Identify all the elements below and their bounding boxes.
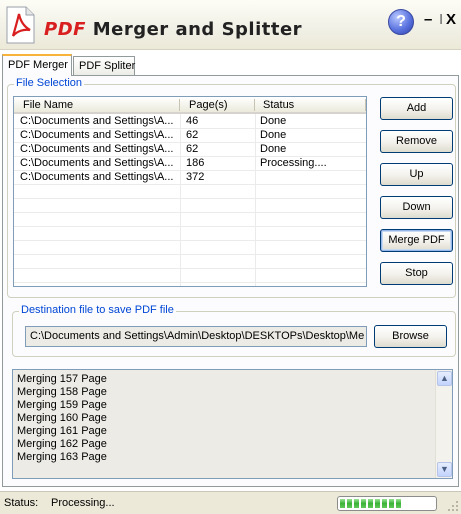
cell-pages: 62: [186, 143, 199, 155]
destination-path-field[interactable]: C:\Documents and Settings\Admin\Desktop\…: [25, 326, 367, 347]
log-line: Merging 158 Page: [17, 386, 107, 398]
progress-bar: [337, 496, 437, 511]
app-title-pdf: PDF: [44, 19, 86, 40]
status-label: Status:: [4, 497, 39, 509]
stop-button[interactable]: Stop: [380, 262, 453, 285]
column-divider[interactable]: [179, 99, 180, 111]
cell-status: Processing....: [260, 157, 327, 169]
cell-file-name: C:\Documents and Settings\A...: [20, 129, 174, 141]
app-title: PDF Merger and Splitter: [44, 19, 302, 40]
up-button[interactable]: Up: [380, 163, 453, 186]
destination-legend: Destination file to save PDF file: [19, 304, 176, 316]
help-icon[interactable]: ?: [388, 9, 414, 35]
cell-pages: 46: [186, 115, 199, 127]
progress-segment: [368, 499, 373, 508]
pdf-document-icon: [6, 6, 35, 44]
empty-row: [14, 213, 366, 227]
empty-row: [14, 255, 366, 269]
log-line: Merging 160 Page: [17, 412, 107, 424]
cell-status: Done: [260, 115, 287, 127]
table-row[interactable]: C:\Documents and Settings\A... 62 Done: [14, 143, 366, 157]
progress-segment: [347, 499, 352, 508]
empty-row: [14, 199, 366, 213]
resize-grip-icon[interactable]: [447, 500, 459, 512]
progress-segment: [340, 499, 345, 508]
app-title-rest: Merger and Splitter: [92, 19, 303, 40]
table-row[interactable]: C:\Documents and Settings\A... 46 Done: [14, 115, 366, 129]
status-bar: Status: Processing...: [0, 491, 461, 514]
log-scrollbar[interactable]: ▲ ▼: [435, 370, 452, 478]
file-selection-legend: File Selection: [14, 77, 85, 89]
empty-row: [14, 185, 366, 199]
minimize-button[interactable]: –: [424, 11, 432, 28]
log-line: Merging 157 Page: [17, 373, 107, 385]
progress-segment: [396, 499, 401, 508]
tab-pdf-spliter[interactable]: PDF Spliter: [73, 56, 135, 76]
cell-pages: 372: [186, 171, 205, 183]
remove-button[interactable]: Remove: [380, 130, 453, 153]
cell-file-name: C:\Documents and Settings\A...: [20, 157, 174, 169]
merge-log[interactable]: Merging 157 Page Merging 158 Page Mergin…: [12, 369, 453, 479]
log-line: Merging 159 Page: [17, 399, 107, 411]
close-button[interactable]: X: [446, 11, 456, 28]
log-line: Merging 163 Page: [17, 451, 107, 463]
cell-pages: 186: [186, 157, 205, 169]
table-row[interactable]: C:\Documents and Settings\A... 372: [14, 171, 366, 185]
status-value: Processing...: [51, 497, 115, 509]
merge-pdf-button[interactable]: Merge PDF: [380, 229, 453, 252]
down-button[interactable]: Down: [380, 196, 453, 219]
cell-pages: 62: [186, 129, 199, 141]
progress-segment: [375, 499, 380, 508]
file-list[interactable]: File Name Page(s) Status C:\Documents an…: [13, 96, 367, 287]
log-line: Merging 161 Page: [17, 425, 107, 437]
tab-pdf-merger[interactable]: PDF Merger: [2, 54, 72, 76]
progress-segment: [361, 499, 366, 508]
browse-button[interactable]: Browse: [374, 325, 447, 348]
column-file-name[interactable]: File Name: [23, 99, 73, 111]
cell-status: Done: [260, 143, 287, 155]
scroll-down-arrow-icon[interactable]: ▼: [437, 462, 452, 477]
file-list-header: File Name Page(s) Status: [14, 97, 366, 114]
empty-row: [14, 241, 366, 255]
cell-file-name: C:\Documents and Settings\A...: [20, 115, 174, 127]
title-separator: I: [439, 11, 444, 28]
title-bar: PDF Merger and Splitter ? – I X: [0, 0, 461, 50]
cell-file-name: C:\Documents and Settings\A...: [20, 143, 174, 155]
cell-file-name: C:\Documents and Settings\A...: [20, 171, 174, 183]
progress-segment: [382, 499, 387, 508]
empty-row: [14, 227, 366, 241]
column-pages[interactable]: Page(s): [189, 99, 228, 111]
log-line: Merging 162 Page: [17, 438, 107, 450]
column-divider[interactable]: [254, 99, 255, 111]
column-status[interactable]: Status: [263, 99, 294, 111]
table-row[interactable]: C:\Documents and Settings\A... 62 Done: [14, 129, 366, 143]
progress-segment: [389, 499, 394, 508]
scroll-up-arrow-icon[interactable]: ▲: [437, 371, 452, 386]
add-button[interactable]: Add: [380, 97, 453, 120]
progress-segment: [354, 499, 359, 508]
cell-status: Done: [260, 129, 287, 141]
table-row[interactable]: C:\Documents and Settings\A... 186 Proce…: [14, 157, 366, 171]
empty-row: [14, 269, 366, 283]
column-divider[interactable]: [365, 99, 366, 111]
